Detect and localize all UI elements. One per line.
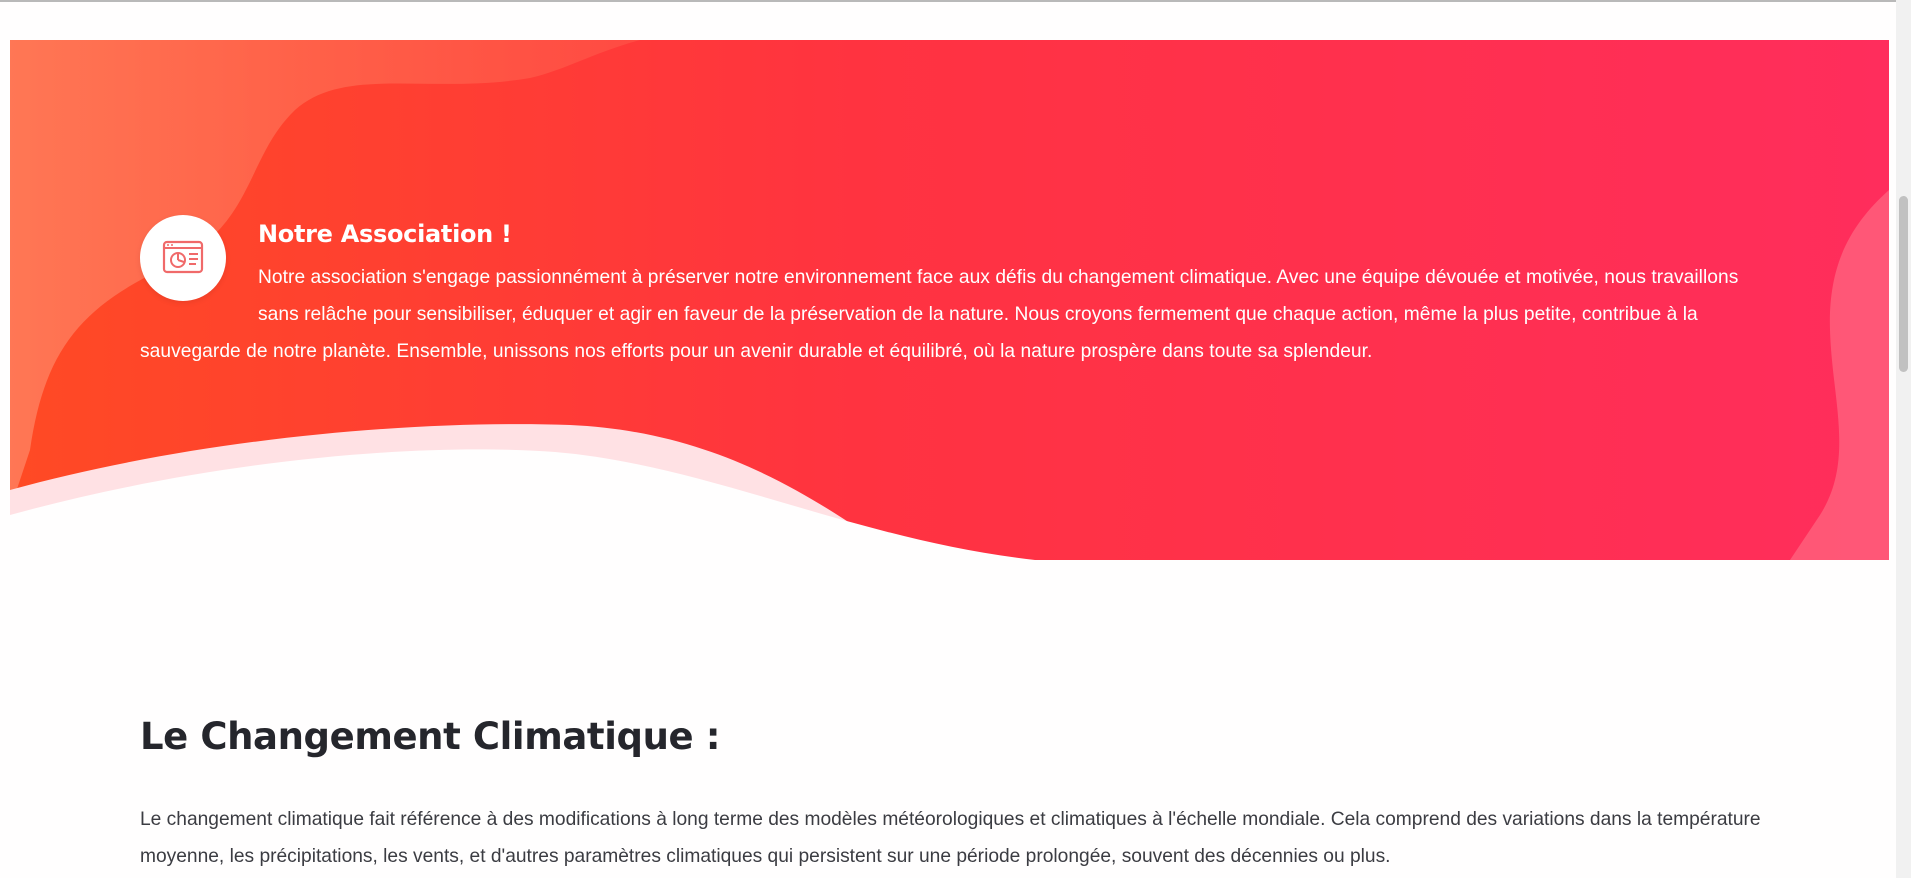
association-description: Notre association s'engage passionnément… <box>140 267 1739 362</box>
association-title: Notre Association ! <box>258 220 512 248</box>
climate-change-description: Le changement climatique fait référence … <box>140 809 1761 867</box>
presentation-chart-icon <box>162 240 204 274</box>
climate-change-heading: Le Changement Climatique : <box>140 715 721 758</box>
association-hero-banner: Notre Association ! Notre association s'… <box>10 40 1889 560</box>
page-scrollbar[interactable] <box>1896 0 1911 878</box>
association-logo <box>140 215 226 301</box>
top-divider <box>0 0 1911 2</box>
association-intro: Notre Association ! Notre association s'… <box>140 215 1770 370</box>
page: Notre Association ! Notre association s'… <box>0 0 1911 878</box>
scrollbar-thumb[interactable] <box>1899 196 1908 372</box>
